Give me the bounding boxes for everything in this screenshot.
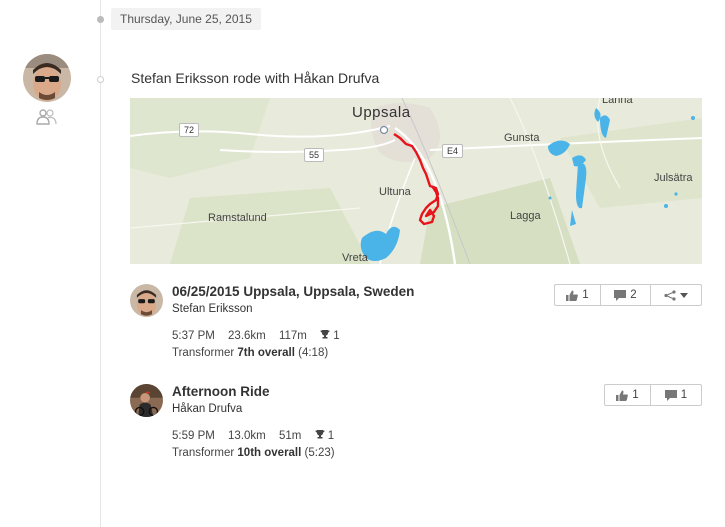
activity-entry: 06/25/2015 Uppsala, Uppsala, Sweden Stef…	[130, 284, 710, 364]
map-label-gunsta: Gunsta	[504, 132, 540, 144]
activity-actions: 1 1	[604, 384, 702, 406]
map-label-lanna: Lanna	[602, 98, 633, 106]
segment-result[interactable]: Transformer 7th overall (4:18)	[172, 347, 328, 359]
comment-button[interactable]: 2	[601, 285, 651, 305]
activity-map[interactable]: Uppsala Gunsta Ultuna Ramstalund Lagga V…	[130, 98, 702, 264]
activity-title[interactable]: Afternoon Ride	[172, 384, 270, 399]
athlete-name[interactable]: Håkan Drufva	[172, 403, 242, 415]
comment-count: 1	[680, 389, 688, 401]
map-label-ultuna: Ultuna	[379, 186, 411, 198]
chevron-down-icon	[680, 292, 688, 298]
segment-time: (4:18)	[298, 347, 329, 359]
trophy-icon	[320, 330, 330, 339]
kudos-button[interactable]: 1	[555, 285, 601, 305]
athlete-name[interactable]: Stefan Eriksson	[172, 303, 253, 315]
map-label-julsatra: Julsätra	[654, 172, 693, 184]
activity-achievements: 1	[320, 330, 350, 342]
timeline-entry-dot	[97, 76, 104, 83]
activity-entry: Afternoon Ride Håkan Drufva 5:59 PM 13.0…	[130, 384, 710, 464]
timeline-date-dot	[97, 16, 104, 23]
trophy-count: 1	[327, 430, 335, 442]
feed-headline[interactable]: Stefan Eriksson rode with Håkan Drufva	[131, 70, 379, 86]
road-badge-e4: E4	[442, 144, 464, 158]
avatar[interactable]	[130, 284, 163, 317]
map-label-uppsala: Uppsala	[352, 104, 411, 121]
kudos-count: 1	[582, 289, 589, 301]
segment-time: (5:23)	[304, 447, 335, 459]
activity-time: 5:59 PM	[172, 430, 215, 442]
kudos-button[interactable]: 1	[605, 385, 651, 405]
comment-button[interactable]: 1	[651, 385, 701, 405]
comment-icon	[664, 389, 677, 401]
activity-title[interactable]: 06/25/2015 Uppsala, Uppsala, Sweden	[172, 284, 414, 299]
map-label-vreta: Vreta	[342, 252, 368, 264]
segment-name: Transformer	[172, 447, 235, 459]
segment-rank: 10th overall	[237, 447, 302, 459]
thumbs-up-icon	[616, 390, 629, 401]
avatar[interactable]	[130, 384, 163, 417]
trophy-count: 1	[333, 330, 340, 342]
timeline-date: Thursday, June 25, 2015	[111, 8, 261, 30]
activity-time: 5:37 PM	[172, 330, 215, 342]
share-icon	[664, 289, 676, 301]
share-button[interactable]	[651, 285, 701, 305]
comment-count: 2	[630, 289, 637, 301]
activity-elevation: 51m	[278, 430, 302, 442]
activity-distance: 13.0km	[228, 430, 266, 442]
segment-name: Transformer	[172, 347, 235, 359]
activity-distance: 23.6km	[228, 330, 266, 342]
activity-elevation: 117m	[278, 330, 307, 342]
kudos-count: 1	[632, 389, 639, 401]
activity-actions: 1 2	[554, 284, 702, 306]
road-badge-55: 55	[304, 148, 325, 162]
road-badge-72: 72	[179, 123, 200, 137]
map-label-ramstalund: Ramstalund	[208, 212, 267, 224]
group-ride-icon	[36, 109, 58, 125]
map-label-lagga: Lagga	[510, 210, 541, 222]
avatar[interactable]	[23, 54, 71, 102]
segment-rank: 7th overall	[237, 347, 295, 359]
trophy-icon	[315, 430, 325, 439]
thumbs-up-icon	[566, 290, 579, 301]
activity-stats: 5:37 PM 23.6km 117m 1	[172, 329, 360, 342]
activity-achievements: 1	[315, 430, 345, 442]
comment-icon	[614, 289, 627, 301]
activity-stats: 5:59 PM 13.0km 51m 1	[172, 429, 354, 442]
segment-result[interactable]: Transformer 10th overall (5:23)	[172, 447, 335, 459]
